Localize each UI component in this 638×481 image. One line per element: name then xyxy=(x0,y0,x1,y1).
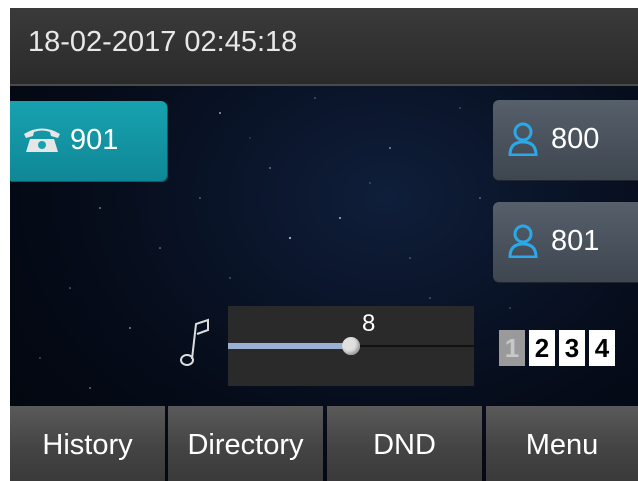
volume-value: 8 xyxy=(362,310,376,337)
line-key-label: 901 xyxy=(70,124,119,156)
volume-slider[interactable]: 8 xyxy=(228,306,474,386)
person-icon xyxy=(508,122,538,156)
page-3[interactable]: 3 xyxy=(559,330,585,366)
volume-track-filled xyxy=(228,343,351,349)
volume-knob[interactable] xyxy=(342,337,360,355)
page-indicator: 1 2 3 4 xyxy=(499,330,619,366)
page-1[interactable]: 1 xyxy=(499,330,525,366)
page-4[interactable]: 4 xyxy=(589,330,615,366)
dss-key-801[interactable]: 801 xyxy=(493,202,638,282)
directory-softkey[interactable]: Directory xyxy=(168,406,323,481)
dss-key-label: 801 xyxy=(551,225,600,257)
page-2[interactable]: 2 xyxy=(529,330,555,366)
date-time: 18-02-2017 02:45:18 xyxy=(28,26,298,58)
dnd-softkey[interactable]: DND xyxy=(327,406,482,481)
volume-track-empty xyxy=(351,345,474,347)
softkey-bar: History Directory DND Menu xyxy=(10,406,638,481)
person-icon xyxy=(508,224,538,258)
history-softkey[interactable]: History xyxy=(10,406,165,481)
phone-screen: 18-02-2017 02:45:18 901 800 801 8 1 2 3 … xyxy=(10,8,638,481)
line-key-901[interactable]: 901 xyxy=(10,101,167,181)
phone-icon xyxy=(24,128,60,152)
status-bar: 18-02-2017 02:45:18 xyxy=(10,8,638,86)
menu-softkey[interactable]: Menu xyxy=(486,406,638,481)
music-note-icon xyxy=(180,318,209,366)
dss-key-800[interactable]: 800 xyxy=(493,100,638,180)
dss-key-label: 800 xyxy=(551,123,600,155)
